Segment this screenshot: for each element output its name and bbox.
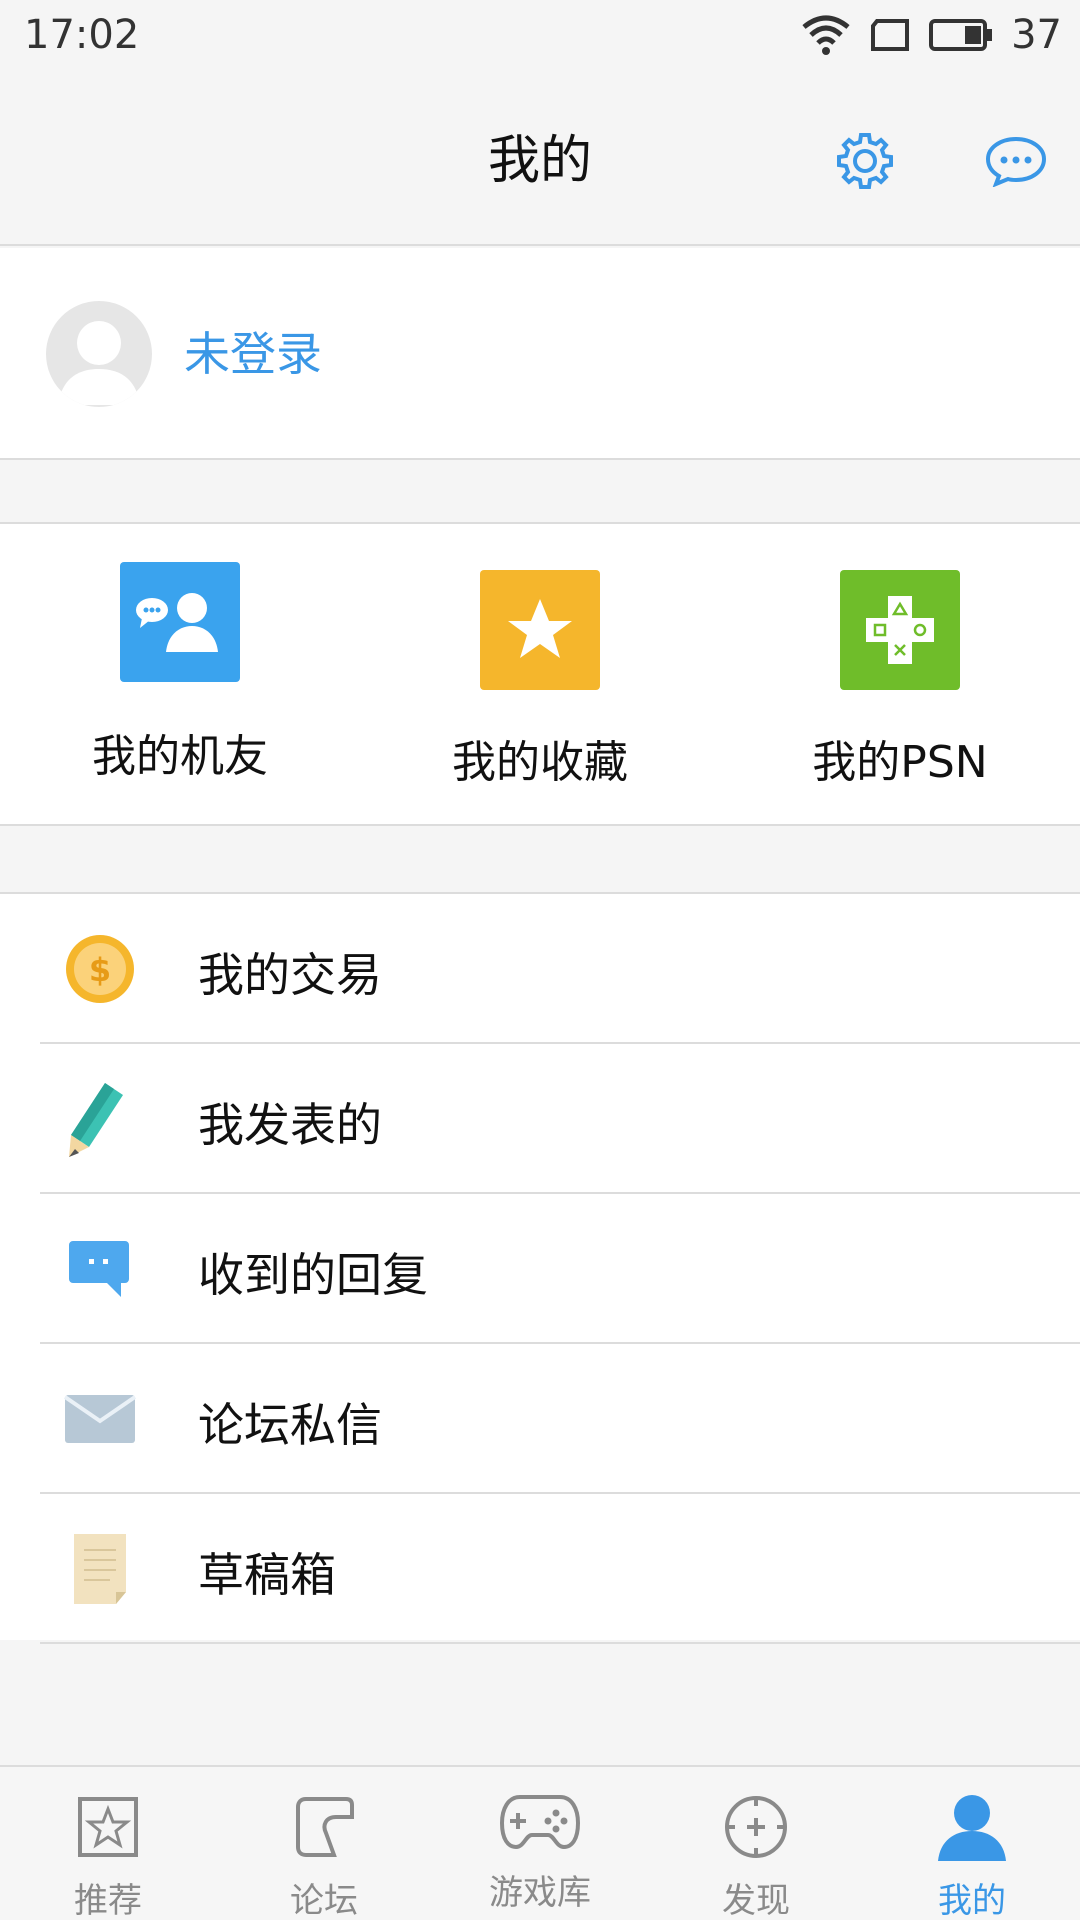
list-item-label: 论坛私信 [198, 1398, 382, 1452]
status-time: 17:02 [24, 12, 140, 58]
svg-text:$: $ [89, 951, 111, 989]
header: 我的 [0, 76, 1080, 246]
list-item-replies[interactable]: 收到的回复 [0, 1194, 1080, 1344]
envelope-icon [60, 1379, 140, 1459]
battery-level: 37 [1011, 12, 1062, 58]
star-icon [480, 570, 600, 690]
compass-icon [716, 1787, 796, 1867]
list-item-drafts[interactable]: 草稿箱 [0, 1494, 1080, 1644]
tab-label: 推荐 [74, 1881, 142, 1920]
tab-label: 游戏库 [489, 1873, 591, 1913]
wifi-icon [802, 15, 850, 55]
reply-bubble-icon [60, 1229, 140, 1309]
gamepad-icon [500, 1781, 580, 1861]
list-item-my-posts[interactable]: 我发表的 [0, 1044, 1080, 1194]
shortcut-psn[interactable]: 我的PSN [720, 524, 1080, 824]
person-icon [932, 1787, 1012, 1867]
forum-icon [284, 1787, 364, 1867]
draft-note-icon [60, 1529, 140, 1609]
gear-icon [837, 133, 893, 189]
sim-icon [871, 19, 910, 51]
battery-icon [929, 19, 993, 51]
pencil-icon [60, 1079, 140, 1159]
shortcut-grid: 我的机友 我的收藏 我的PSN [0, 522, 1080, 826]
shortcut-friends[interactable]: 我的机友 [0, 524, 360, 824]
list-item-private-messages[interactable]: 论坛私信 [0, 1344, 1080, 1494]
page: 17:02 37 我的 未登录 我的机友 我的收藏 我的PSN $ 我的交易 我… [0, 0, 1080, 1920]
chat-bubble-icon [985, 136, 1047, 187]
list-item-label: 我的交易 [198, 948, 382, 1002]
page-title: 我的 [487, 131, 592, 191]
shortcut-favorites-label: 我的收藏 [452, 737, 628, 788]
status-bar: 17:02 37 [0, 0, 1080, 76]
divider [40, 1642, 1080, 1644]
friends-icon [120, 562, 240, 682]
tab-mine[interactable]: 我的 [864, 1767, 1080, 1920]
list-item-label: 收到的回复 [198, 1248, 428, 1302]
shortcut-favorites[interactable]: 我的收藏 [360, 524, 720, 824]
coin-icon: $ [60, 929, 140, 1009]
gamepad-cross-icon [840, 570, 960, 690]
tab-label: 我的 [938, 1881, 1006, 1920]
tab-recommend[interactable]: 推荐 [0, 1767, 216, 1920]
status-icons: 37 [801, 12, 1062, 58]
shortcut-psn-label: 我的PSN [812, 737, 988, 788]
avatar [46, 301, 152, 407]
tab-discover[interactable]: 发现 [648, 1767, 864, 1920]
tab-label: 发现 [722, 1881, 790, 1920]
bottom-nav: 推荐 论坛 游戏库 发现 我的 [0, 1765, 1080, 1920]
tab-forum[interactable]: 论坛 [216, 1767, 432, 1920]
shortcut-friends-label: 我的机友 [92, 731, 268, 782]
login-link[interactable]: 未登录 [184, 318, 322, 384]
list-item-label: 草稿箱 [198, 1548, 336, 1602]
menu-list: $ 我的交易 我发表的 收到的回复 论坛私信 草稿箱 [0, 892, 1080, 1644]
star-box-icon [68, 1787, 148, 1867]
profile-row[interactable]: 未登录 [0, 248, 1080, 460]
tab-label: 论坛 [290, 1881, 358, 1920]
list-item-trades[interactable]: $ 我的交易 [0, 894, 1080, 1044]
tab-game-library[interactable]: 游戏库 [432, 1767, 648, 1920]
messages-button[interactable] [966, 127, 1066, 195]
user-placeholder-icon [58, 321, 140, 405]
settings-button[interactable] [831, 127, 899, 195]
list-item-label: 我发表的 [198, 1098, 382, 1152]
